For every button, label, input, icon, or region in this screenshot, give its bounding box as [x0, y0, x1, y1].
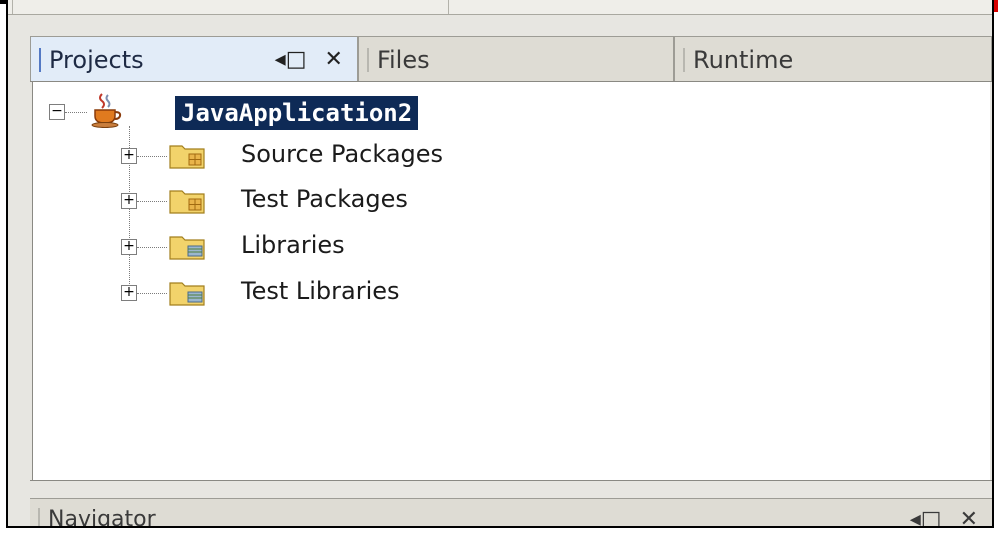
panel-bottom-gap — [30, 480, 992, 499]
tab-accent-bar — [38, 508, 40, 526]
tree-item-test-packages[interactable]: Test Packages — [241, 185, 408, 213]
expand-source-packages[interactable]: + — [121, 148, 137, 164]
minimize-icon[interactable]: ◂□ — [910, 507, 942, 527]
tab-label: Runtime — [692, 45, 794, 74]
expand-libraries[interactable]: + — [121, 239, 137, 255]
tree-connector — [65, 112, 87, 113]
tree-root-node[interactable]: JavaApplication2 — [175, 95, 419, 131]
library-folder-icon — [169, 236, 205, 260]
tree-item-libraries[interactable]: Libraries — [241, 231, 345, 259]
tab-accent-bar — [39, 47, 41, 72]
tab-navigator[interactable]: Navigator ◂□ ✕ — [30, 498, 992, 528]
tree-connector — [137, 293, 167, 294]
tab-accent-bar — [366, 47, 369, 72]
library-folder-icon — [169, 282, 205, 306]
tree-connector — [137, 247, 167, 248]
tab-label: Navigator — [48, 506, 156, 528]
strip-tick — [448, 0, 449, 14]
tree-connector — [137, 156, 167, 157]
package-folder-icon — [169, 145, 205, 169]
tree-item-test-libraries[interactable]: Test Libraries — [241, 277, 400, 305]
strip-tick — [12, 0, 13, 14]
tab-controls: ◂□ ✕ — [275, 47, 343, 72]
ide-window: Projects ◂□ ✕ Files Runtime − JavaApplic… — [6, 0, 994, 528]
projects-panel: − JavaApplication2 + Source Packages + T… — [32, 82, 990, 480]
minimize-icon[interactable]: ◂□ — [275, 47, 307, 72]
tab-controls: ◂□ ✕ — [910, 507, 978, 527]
collapse-root-expander[interactable]: − — [49, 104, 65, 120]
tab-label: Projects — [49, 45, 144, 74]
explorer-tab-bar: Projects ◂□ ✕ Files Runtime — [30, 36, 992, 82]
window-edge-marker — [994, 0, 998, 12]
tree-connector — [137, 201, 167, 202]
tab-projects[interactable]: Projects ◂□ ✕ — [30, 36, 358, 82]
expand-test-packages[interactable]: + — [121, 193, 137, 209]
close-icon[interactable]: ✕ — [325, 47, 343, 72]
tab-files[interactable]: Files — [357, 36, 674, 82]
tab-accent-bar — [682, 47, 685, 72]
tab-label: Files — [376, 45, 430, 74]
coffee-cup-icon — [91, 93, 122, 128]
editor-top-strip — [8, 0, 992, 15]
expand-test-libraries[interactable]: + — [121, 285, 137, 301]
tree-item-source-packages[interactable]: Source Packages — [241, 140, 443, 168]
close-icon[interactable]: ✕ — [960, 507, 978, 527]
package-folder-icon — [169, 190, 205, 214]
root-node-label: JavaApplication2 — [175, 96, 419, 130]
tab-runtime[interactable]: Runtime — [673, 36, 992, 82]
